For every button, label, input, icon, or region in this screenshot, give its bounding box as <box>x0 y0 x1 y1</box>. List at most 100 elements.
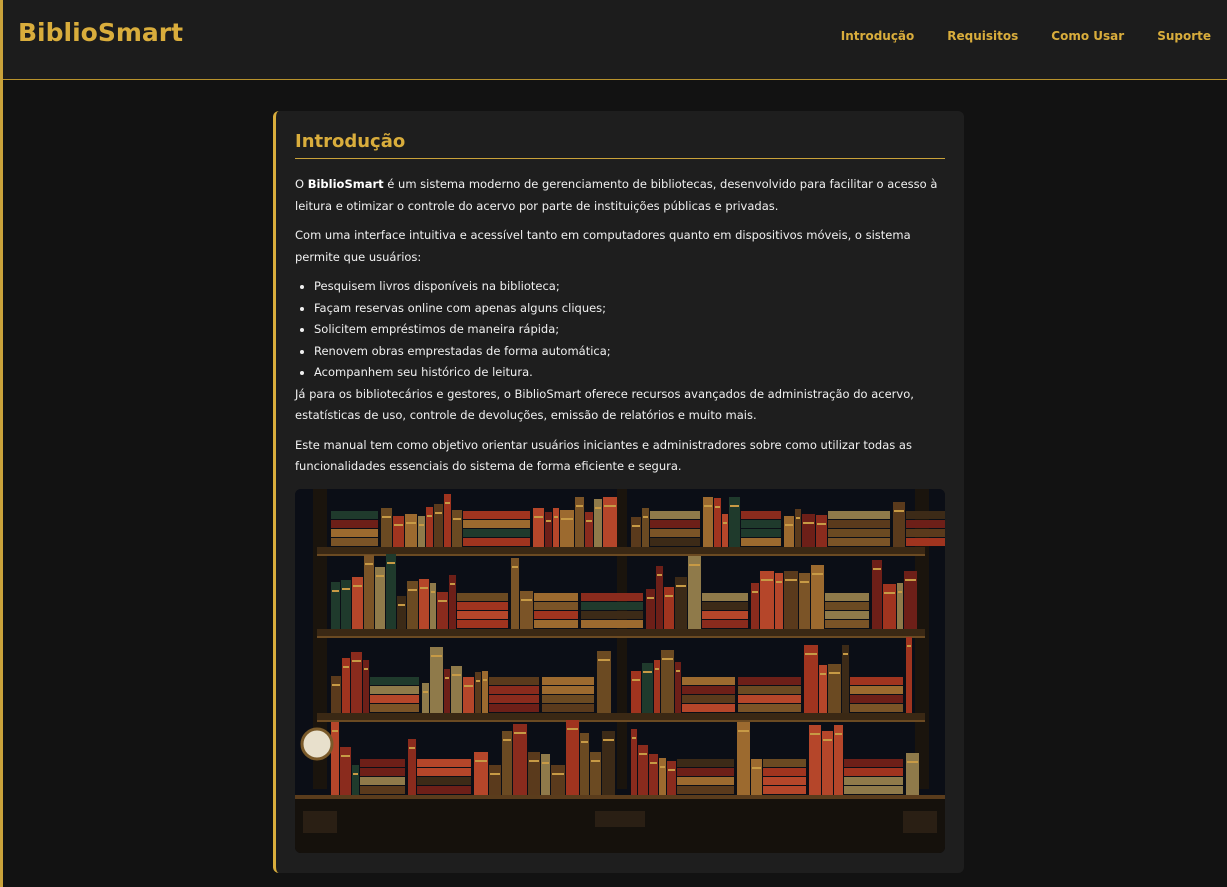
book-band <box>803 522 814 524</box>
book-stacked <box>850 677 903 685</box>
book-spine <box>906 637 912 713</box>
book-spine <box>729 497 740 547</box>
book-band <box>364 668 368 670</box>
book-band <box>445 677 449 679</box>
feature-item: Acompanhem seu histórico de leitura. <box>314 362 947 384</box>
book-stacked <box>682 704 735 712</box>
book-stacked <box>417 759 471 767</box>
book-stacked <box>741 520 781 528</box>
book-spine <box>452 510 462 547</box>
bookshelf-illustration-icon <box>295 489 945 853</box>
intro-paragraph-3: Já para os bibliotecários e gestores, o … <box>295 386 914 423</box>
shelf-post <box>617 489 627 789</box>
book-band <box>332 684 340 686</box>
book-stacked <box>463 538 530 546</box>
feature-item: Façam reservas online com apenas alguns … <box>314 298 947 320</box>
book-stacked <box>702 593 748 601</box>
book-spine <box>631 517 641 547</box>
book-stacked <box>906 538 945 546</box>
book-band <box>464 685 473 687</box>
shelf-edge <box>317 720 925 722</box>
book-stacked <box>489 695 539 703</box>
book-band <box>632 737 636 739</box>
book-stacked <box>702 620 748 628</box>
book-spine <box>430 583 436 629</box>
book-stacked <box>534 593 578 601</box>
book-stacked <box>844 759 903 767</box>
book-band <box>812 573 823 575</box>
book-band <box>884 592 895 594</box>
book-stacked <box>463 529 530 537</box>
book-band <box>521 599 532 601</box>
book-band <box>738 730 749 732</box>
book-band <box>668 769 675 771</box>
book-spine <box>437 592 448 629</box>
book-band <box>820 673 826 675</box>
book-band <box>643 671 652 673</box>
book-stacked <box>825 611 869 619</box>
nav-link-suporte[interactable]: Suporte <box>1157 29 1211 43</box>
intro-paragraph-4: Este manual tem como objetivo orientar u… <box>295 437 912 474</box>
book-spine <box>906 753 919 795</box>
book-spine <box>451 666 462 713</box>
book-band <box>382 516 391 518</box>
book-stacked <box>702 602 748 610</box>
book-spine <box>751 759 762 795</box>
book-spine <box>551 765 565 795</box>
book-band <box>785 579 797 581</box>
book-spine <box>560 510 574 547</box>
book-band <box>591 760 600 762</box>
book-spine <box>331 582 340 629</box>
nav-link-como-usar[interactable]: Como Usar <box>1051 29 1124 43</box>
book-band <box>476 680 480 682</box>
book-band <box>776 581 782 583</box>
nav-link-requisitos[interactable]: Requisitos <box>947 29 1018 43</box>
book-spine <box>642 508 649 547</box>
book-spine <box>397 596 406 629</box>
cabinet-ornament <box>595 811 645 827</box>
book-band <box>660 766 665 768</box>
intro-paragraph-1: O BiblioSmart é um sistema moderno de ge… <box>295 174 947 217</box>
book-stacked <box>534 611 578 619</box>
book-band <box>435 512 442 514</box>
book-spine <box>842 645 849 713</box>
book-spine <box>603 497 617 547</box>
book-stacked <box>370 704 419 712</box>
book-band <box>761 579 773 581</box>
book-band <box>752 767 761 769</box>
bookshelf-image <box>295 489 945 853</box>
book-band <box>752 591 758 593</box>
book-band <box>715 506 720 508</box>
book-band <box>595 507 601 509</box>
book-spine <box>545 512 552 547</box>
book-spine <box>553 508 559 547</box>
shelf-plank <box>317 547 925 554</box>
book-spine <box>352 577 363 629</box>
book-band <box>829 672 840 674</box>
book-spine <box>675 662 681 713</box>
book-band <box>665 595 673 597</box>
book-stacked <box>370 695 419 703</box>
book-band <box>598 659 610 661</box>
book-band <box>586 520 592 522</box>
book-spine <box>828 664 841 713</box>
book-stacked <box>360 759 405 767</box>
book-stacked <box>331 511 378 519</box>
nav-link-introducao[interactable]: Introdução <box>841 29 915 43</box>
book-band <box>907 761 918 763</box>
book-spine <box>541 754 550 795</box>
book-spine <box>386 554 396 629</box>
book-band <box>561 518 573 520</box>
book-band <box>445 502 450 504</box>
book-stacked <box>906 529 945 537</box>
book-spine <box>444 669 450 713</box>
book-spine <box>659 758 666 795</box>
shelf-plank <box>317 713 925 720</box>
book-band <box>503 739 511 741</box>
cabinet-top <box>295 795 945 799</box>
brand-logo[interactable]: BiblioSmart <box>18 18 183 47</box>
product-name: BiblioSmart <box>307 177 384 191</box>
book-spine <box>688 556 701 629</box>
book-stacked <box>457 611 508 619</box>
book-spine <box>667 761 676 795</box>
